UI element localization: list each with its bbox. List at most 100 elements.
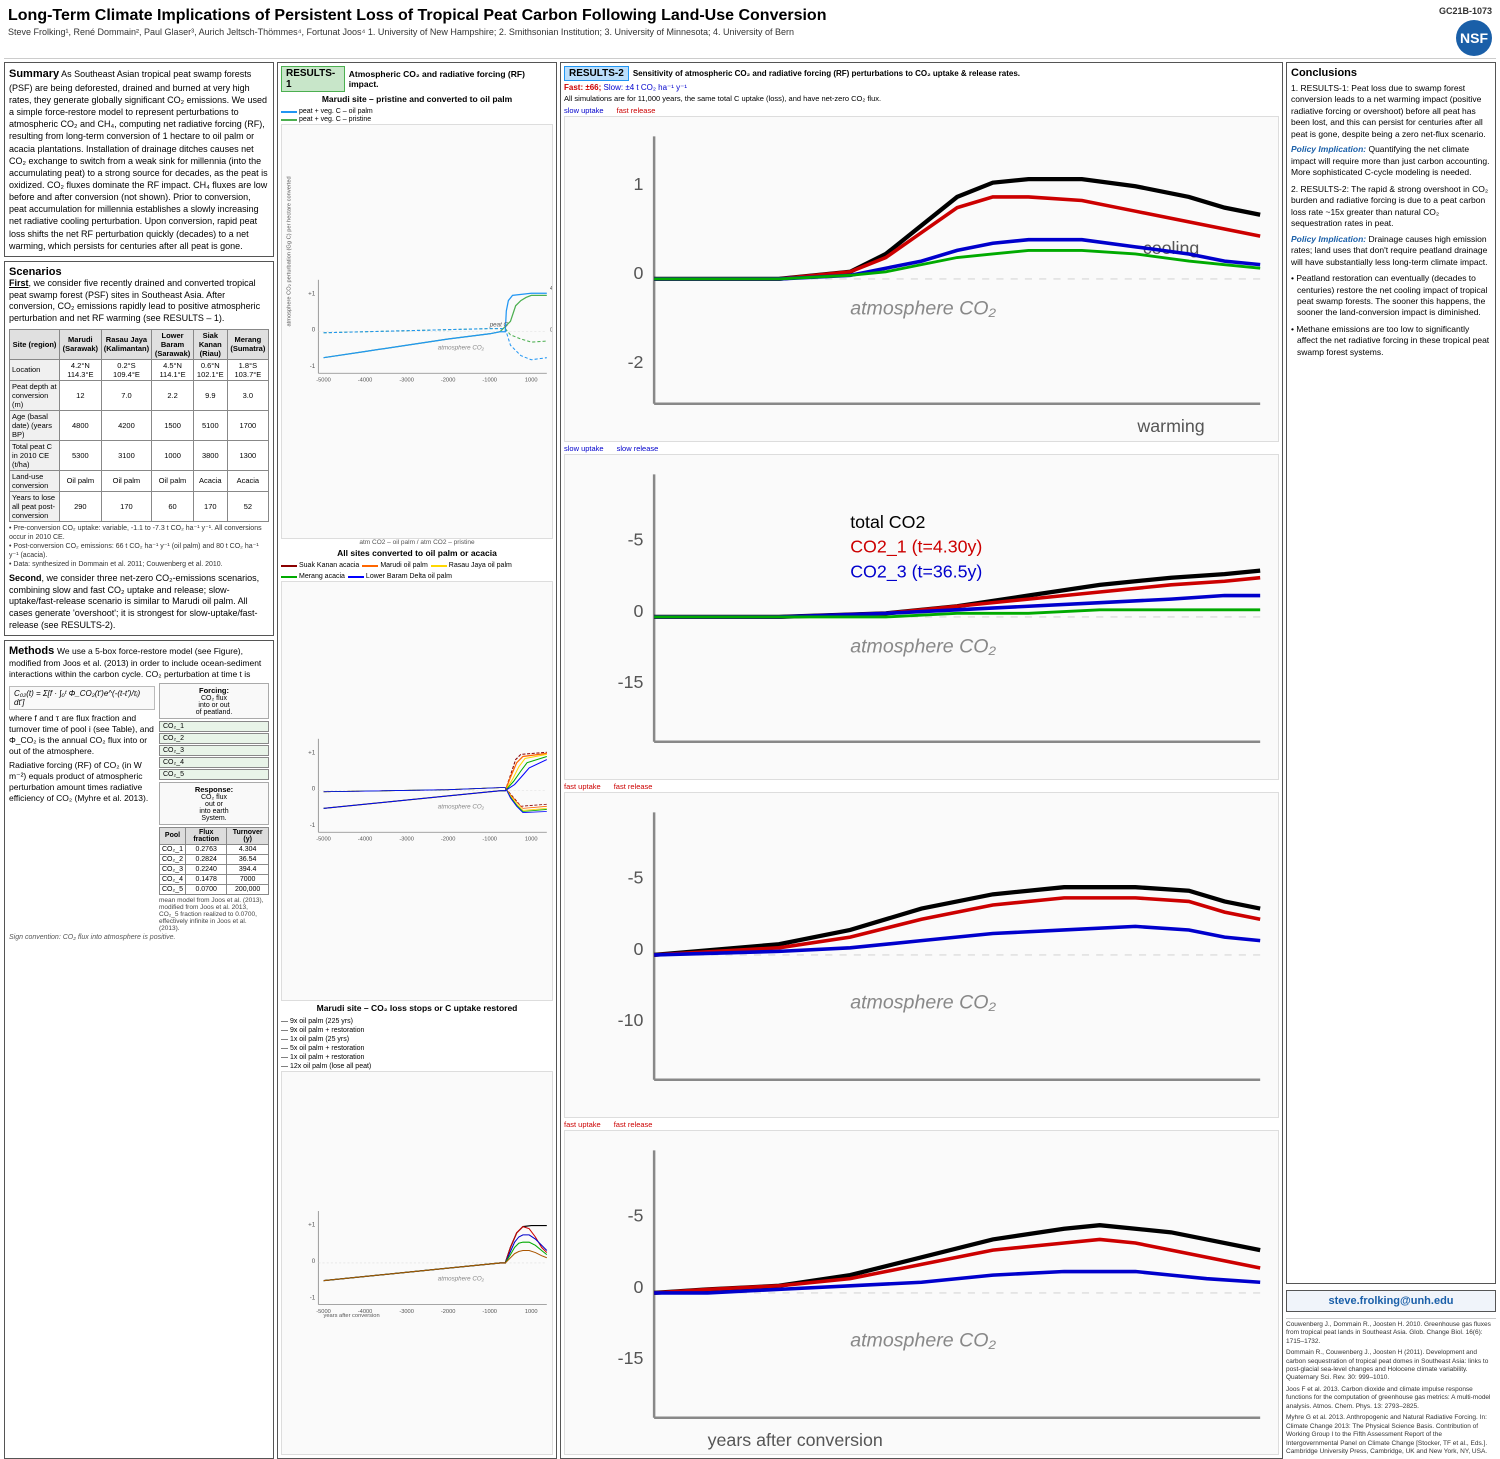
r2-svg1: 1 0 -2 warming cooling atmosphere CO₂ (565, 117, 1278, 441)
fast-release4: fast release (614, 1120, 653, 1129)
svg-text:-2000: -2000 (441, 378, 456, 384)
svg-text:total CO2: total CO2 (850, 512, 925, 532)
pool-cell: CO₂_3 (160, 864, 186, 874)
reference-item: Couwenberg J., Dommain R., Joosten H. 20… (1286, 1321, 1496, 1346)
fast-uptake4: fast uptake (564, 1120, 601, 1129)
methods-rf-note: Radiative forcing (RF) of CO₂ (in W m⁻²)… (9, 760, 155, 804)
svg-text:years after conversion: years after conversion (324, 1313, 380, 1319)
svg-text:+1: +1 (308, 750, 316, 757)
summary-text: As Southeast Asian tropical peat swamp f… (9, 69, 268, 251)
table-cell: 0.2°S 109.4°E (101, 359, 152, 380)
legend-label-pristine: peat + veg. C – pristine (299, 116, 371, 123)
pool-cell: CO₂_2 (160, 854, 186, 864)
table-cell: 12 (60, 380, 102, 410)
equation: C₀₂(t) = Σ[f · ∫₀ᵗ Φ_CO₂(t')e^(-(t-t')/τ… (9, 686, 155, 710)
svg-text:atmosphere CO₂: atmosphere CO₂ (850, 1329, 996, 1351)
pool-cell: CO₂_5 (160, 884, 186, 894)
methods-content: C₀₂(t) = Σ[f · ∫₀ᵗ Φ_CO₂(t')e^(-(t-t')/τ… (9, 683, 269, 932)
li-marudi: Marudi oil palm (362, 562, 427, 569)
results1-label: RESULTS-1 (281, 66, 345, 92)
svg-text:CO2_1 (t=4.30y): CO2_1 (t=4.30y) (850, 537, 982, 558)
table-cell: 3800 (193, 440, 227, 470)
svg-text:-5000: -5000 (316, 837, 331, 843)
table-cell: 170 (193, 491, 227, 521)
methods-section: Methods We use a 5-box force-restore mod… (4, 640, 274, 1459)
second-label: Second (9, 573, 42, 583)
pool-cell: CO₂_1 (160, 844, 186, 854)
first-label: First (9, 278, 29, 288)
pool-cell: 0.2763 (186, 844, 227, 854)
svg-text:0: 0 (634, 601, 644, 621)
chart3-svg-area: +1 0 -1 -5000 -4000 -3000 -2000 -1000 (281, 1071, 553, 1455)
pool-row: CO₂_40.14787000 (160, 874, 269, 884)
second-para: Second, we consider three net-zero CO₂-e… (9, 573, 269, 631)
right-column: Conclusions 1. RESULTS-1: Peat loss due … (1286, 62, 1496, 1459)
ll-marudi (362, 565, 378, 567)
results2-note: All simulations are for 11,000 years, th… (564, 94, 1279, 103)
chart3-legend: — 9x oil palm (225 yrs) — 9x oil palm + … (281, 1017, 553, 1072)
results1-panel: RESULTS-1 Atmospheric CO₂ and radiative … (277, 62, 557, 1459)
svg-text:-3000: -3000 (399, 1309, 414, 1315)
references-section: Couwenberg J., Dommain R., Joosten H. 20… (1286, 1318, 1496, 1459)
svg-text:0: 0 (634, 1276, 644, 1296)
pool-cell: 0.1478 (186, 874, 227, 884)
r2-chart4: fast uptake fast release -5 0 -15 (564, 1120, 1279, 1456)
table-row: Location4.2°N 114.3°E0.2°S 109.4°E4.5°N … (10, 359, 269, 380)
svg-text:1000: 1000 (525, 1309, 538, 1315)
lbl-lowbaram: Lower Baram Delta oil palm (366, 573, 452, 580)
svg-text:-3000: -3000 (399, 837, 414, 843)
pool-cell: 7000 (227, 874, 269, 884)
li-9x225: — 9x oil palm (225 yrs) (281, 1017, 553, 1026)
pool-cell: 0.0700 (186, 884, 227, 894)
policy-implication-2: Policy Implication: (1291, 234, 1366, 244)
footnotes: • Pre-conversion CO₂ uptake: variable, -… (9, 524, 269, 569)
svg-text:4000: 4000 (550, 286, 552, 292)
main-content: Summary As Southeast Asian tropical peat… (4, 59, 1496, 1459)
pool-row: CO₂_10.27634.304 (160, 844, 269, 854)
r2-c1-area: 1 0 -2 warming cooling atmosphere CO₂ (564, 116, 1279, 442)
svg-text:-10: -10 (618, 1010, 644, 1030)
policy-2: Policy Implication: Drainage causes high… (1291, 234, 1491, 268)
r2-chart2: slow uptake slow release -5 0 -15 (564, 444, 1279, 780)
legend-item-oilpalm: peat + veg. C – oil palm (281, 108, 553, 115)
methods-left: C₀₂(t) = Σ[f · ∫₀ᵗ Φ_CO₂(t')e^(-(t-t')/τ… (9, 683, 155, 932)
chart1-container: Marudi site – pristine and converted to … (281, 94, 553, 546)
svg-text:1: 1 (634, 174, 644, 194)
table-cell: 1.8°S 103.7°E (227, 359, 268, 380)
svg-text:-5: -5 (628, 867, 644, 887)
forcing-label: Forcing: (162, 686, 266, 695)
svg-text:-4000: -4000 (358, 378, 373, 384)
table-cell: Age (basal date) (years BP) (10, 410, 60, 440)
results2-subtitle: Fast: ±66; Slow: ±4 t CO₂ ha⁻¹ y⁻¹ (564, 83, 1279, 92)
chart3-title: Marudi site – CO₂ loss stops or C uptake… (281, 1003, 553, 1013)
svg-text:0: 0 (634, 263, 644, 283)
col-rasau: Rasau Jaya(Kalimantan) (101, 329, 152, 359)
svg-text:-1: -1 (310, 363, 316, 370)
ll-suak (281, 565, 297, 567)
table-cell: Oil palm (60, 470, 102, 491)
svg-text:-1000: -1000 (482, 1309, 497, 1315)
svg-text:1000: 1000 (525, 378, 538, 384)
policy-implication-1: Policy Implication: (1291, 144, 1366, 154)
table-cell: 0.6°N 102.1°E (193, 359, 227, 380)
footnote: • Post-conversion CO₂ emissions: 66 t CO… (9, 542, 269, 560)
lbl-merang: Merang acacia (299, 573, 345, 580)
fast-uptake3: fast uptake (564, 782, 601, 791)
header: Long-Term Climate Implications of Persis… (4, 4, 1496, 59)
co2-box-1: CO₂_1 (159, 721, 269, 732)
chart1-title: Marudi site – pristine and converted to … (281, 94, 553, 104)
sign-convention: Sign convention: CO₂ flux into atmospher… (9, 934, 269, 941)
forcing-desc: CO₂ fluxinto or outof peatland. (162, 695, 266, 716)
conclusion-1: 1. RESULTS-1: Peat loss due to swamp for… (1291, 83, 1491, 140)
policy-1: Policy Implication: Quantifying the net … (1291, 144, 1491, 178)
table-cell: 4200 (101, 410, 152, 440)
fast-text: Fast: ±66; (564, 83, 601, 92)
scenarios-intro: First, we consider five recently drained… (9, 278, 269, 325)
table-row: Years to lose all peat post-conversion29… (10, 491, 269, 521)
table-cell: Total peat C in 2010 CE (t/ha) (10, 440, 60, 470)
r2-svg3: -5 0 -10 atmosphere CO₂ (565, 793, 1278, 1117)
chart1-svg: +1 0 -1 -5000 -4000 -3000 -2000 (282, 125, 552, 538)
ll-merang (281, 576, 297, 578)
svg-text:atmosphere CO₂: atmosphere CO₂ (438, 804, 485, 811)
pool-row: CO₂_50.0700200,000 (160, 884, 269, 894)
